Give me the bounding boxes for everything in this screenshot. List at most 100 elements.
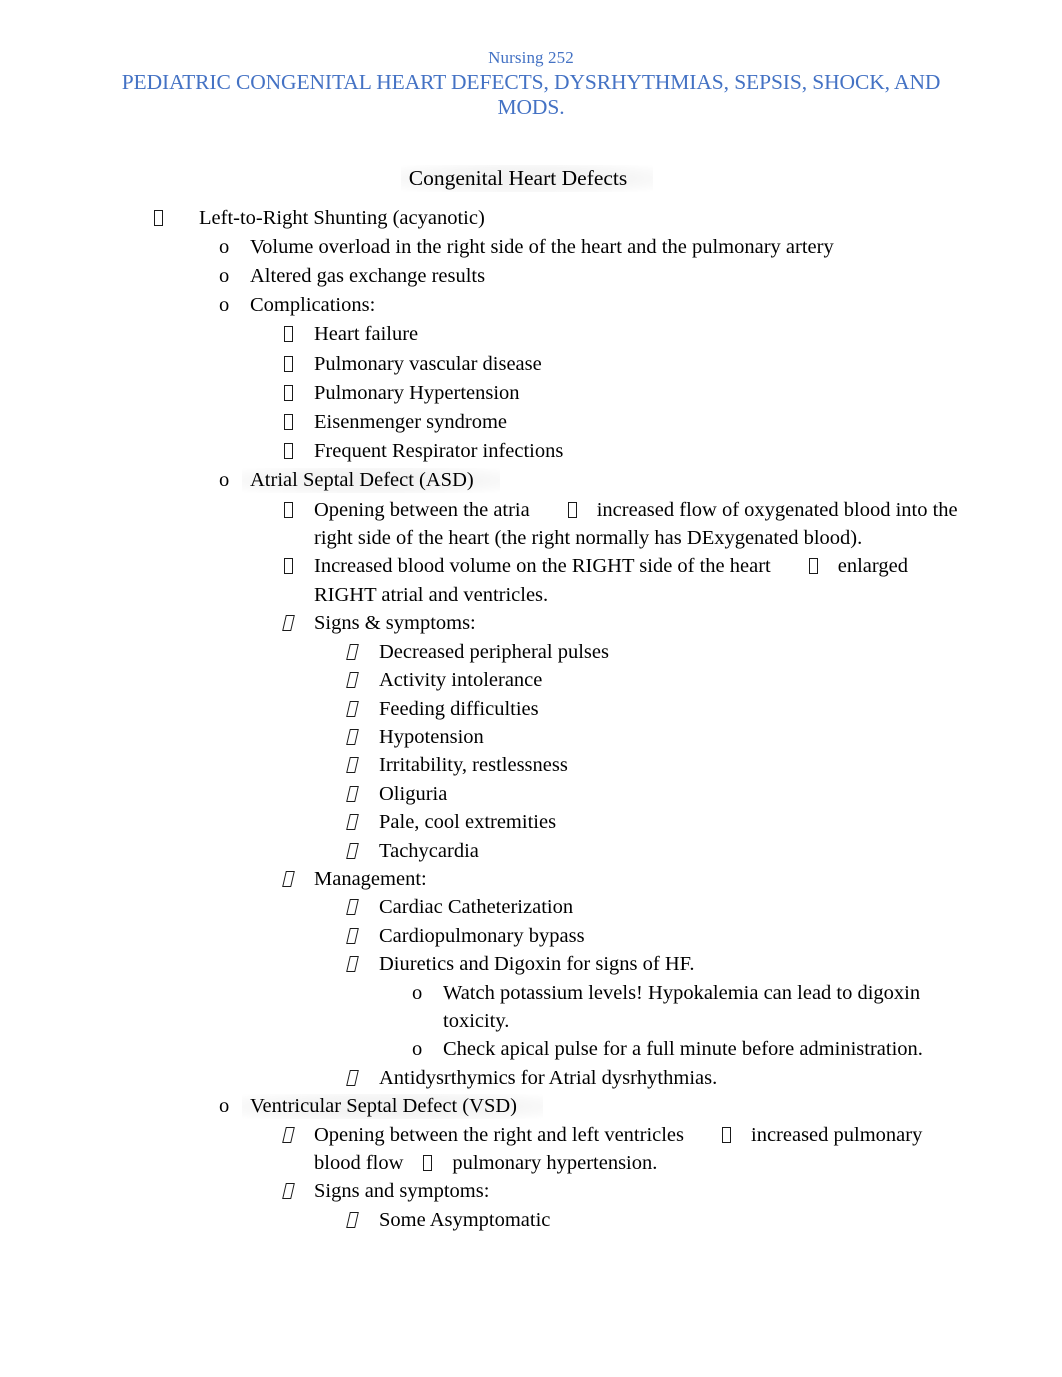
document-page: Nursing 252 PEDIATRIC CONGENITAL HEART D… bbox=[0, 0, 1062, 1377]
list-item-label: Frequent Respirator infections bbox=[314, 440, 564, 463]
list-item: Eisenmenger syndrome bbox=[96, 408, 966, 437]
list-item-label: Pulmonary Hypertension bbox=[314, 381, 520, 404]
list-item-label: Antidysrthymics for Atrial dysrhythmias. bbox=[379, 1066, 718, 1089]
list-item-label: Activity intolerance bbox=[379, 669, 543, 692]
wingdings-box-icon bbox=[346, 723, 379, 751]
list-item: Cardiac Catheterization bbox=[96, 893, 966, 921]
list-item: Management: bbox=[96, 865, 966, 893]
asd-management-label: Management: bbox=[314, 867, 427, 890]
list-item: Diuretics and Digoxin for signs of HF. bbox=[96, 950, 966, 978]
list-marker-o: o bbox=[412, 981, 423, 1004]
wingdings-box-icon bbox=[284, 408, 314, 437]
section-heading: Congenital Heart Defects bbox=[96, 164, 966, 192]
wingdings-box-icon bbox=[346, 1206, 379, 1234]
list-item: o Volume overload in the right side of t… bbox=[96, 233, 966, 262]
asd-volume-part-a: Increased blood volume on the RIGHT side… bbox=[314, 555, 771, 578]
wingdings-box-icon bbox=[346, 780, 379, 808]
vsd-heading-text: Ventricular Septal Defect (VSD) bbox=[242, 1094, 543, 1120]
list-item-label: Pulmonary vascular disease bbox=[314, 352, 542, 375]
wingdings-box-icon bbox=[346, 808, 379, 836]
list-item: Pale, cool extremities bbox=[96, 808, 966, 836]
list-item: Pulmonary vascular disease bbox=[96, 350, 966, 379]
list-item-label: Diuretics and Digoxin for signs of HF. bbox=[379, 953, 695, 976]
document-title: PEDIATRIC CONGENITAL HEART DEFECTS, DYSR… bbox=[121, 70, 941, 120]
list-item: Frequent Respirator infections bbox=[96, 437, 966, 466]
wingdings-box-icon bbox=[346, 666, 379, 694]
list-item-label: Cardiopulmonary bypass bbox=[379, 924, 585, 947]
list-item-label: Pale, cool extremities bbox=[379, 811, 557, 834]
wingdings-box-icon bbox=[284, 437, 314, 466]
list-item-label: Complications: bbox=[250, 294, 376, 317]
wingdings-box-icon bbox=[346, 950, 379, 978]
list-item: Signs and symptoms: bbox=[96, 1177, 966, 1205]
list-item: o Altered gas exchange results bbox=[96, 262, 966, 291]
list-item: Increased blood volume on the RIGHT side… bbox=[96, 552, 966, 609]
list-item: o Atrial Septal Defect (ASD) bbox=[96, 466, 966, 495]
list-item: o Complications: bbox=[96, 291, 966, 320]
list-item: o Ventricular Septal Defect (VSD) bbox=[96, 1092, 966, 1120]
vsd-opening: Opening between the right and left ventr… bbox=[314, 1121, 966, 1178]
asd-opening: Opening between the atria increased flow … bbox=[314, 496, 966, 553]
wingdings-box-icon bbox=[284, 350, 314, 379]
list-item-label: Eisenmenger syndrome bbox=[314, 411, 507, 434]
list-item-label: Irritability, restlessness bbox=[379, 754, 568, 777]
list-marker-o: o bbox=[412, 1038, 423, 1061]
list-marker-o: o bbox=[219, 294, 230, 317]
list-item: Some Asymptomatic bbox=[96, 1206, 966, 1234]
wingdings-box-icon bbox=[282, 609, 314, 637]
vsd-heading: Ventricular Septal Defect (VSD) bbox=[242, 1092, 966, 1120]
asd-heading-text: Atrial Septal Defect (ASD) bbox=[242, 468, 500, 494]
list-item: Opening between the atria increased flow … bbox=[96, 496, 966, 553]
list-item-label: Watch potassium levels! Hypokalemia can … bbox=[443, 981, 921, 1032]
list-item: o Check apical pulse for a full minute b… bbox=[96, 1035, 966, 1063]
list-item-label: Decreased peripheral pulses bbox=[379, 640, 609, 663]
list-marker-o: o bbox=[219, 265, 230, 288]
list-item: Irritability, restlessness bbox=[96, 751, 966, 779]
list-item-label: Left-to-Right Shunting (acyanotic) bbox=[199, 206, 485, 229]
section-heading-text: Congenital Heart Defects bbox=[400, 164, 654, 192]
asd-signs-label: Signs & symptoms: bbox=[314, 612, 476, 635]
wingdings-box-icon bbox=[284, 496, 314, 524]
arrow-box-icon bbox=[423, 1155, 433, 1172]
wingdings-box-icon bbox=[284, 320, 314, 349]
list-item: Cardiopulmonary bypass bbox=[96, 922, 966, 950]
list-item-label: Some Asymptomatic bbox=[379, 1208, 551, 1231]
list-marker-o: o bbox=[219, 235, 230, 258]
document-header: Nursing 252 PEDIATRIC CONGENITAL HEART D… bbox=[96, 48, 966, 121]
list-item-label: Hypotension bbox=[379, 725, 484, 748]
list-item-label: Oliguria bbox=[379, 782, 448, 805]
list-item-label: Volume overload in the right side of the… bbox=[250, 235, 834, 258]
list-item-label: Cardiac Catheterization bbox=[379, 896, 574, 919]
wingdings-box-icon bbox=[346, 893, 379, 921]
arrow-box-icon bbox=[567, 501, 577, 518]
wingdings-box-icon bbox=[154, 204, 199, 233]
list-item: Pulmonary Hypertension bbox=[96, 379, 966, 408]
wingdings-box-icon bbox=[284, 379, 314, 408]
wingdings-box-icon bbox=[346, 751, 379, 779]
wingdings-box-icon bbox=[282, 1121, 314, 1149]
asd-heading: Atrial Septal Defect (ASD) bbox=[242, 466, 966, 495]
wingdings-box-icon bbox=[284, 552, 314, 580]
list-item: Oliguria bbox=[96, 780, 966, 808]
vsd-opening-part-a: Opening between the right and left ventr… bbox=[314, 1123, 685, 1146]
wingdings-box-icon bbox=[282, 1177, 314, 1205]
wingdings-box-icon bbox=[346, 837, 379, 865]
list-item-label: Check apical pulse for a full minute bef… bbox=[443, 1038, 923, 1061]
wingdings-box-icon bbox=[346, 922, 379, 950]
asd-opening-part-a: Opening between the atria bbox=[314, 498, 530, 521]
wingdings-box-icon bbox=[346, 1064, 379, 1092]
wingdings-box-icon bbox=[346, 638, 379, 666]
wingdings-box-icon bbox=[346, 695, 379, 723]
asd-volume: Increased blood volume on the RIGHT side… bbox=[314, 552, 966, 609]
vsd-opening-part-c: pulmonary hypertension. bbox=[452, 1152, 658, 1175]
vsd-signs-label: Signs and symptoms: bbox=[314, 1180, 490, 1203]
list-item: Activity intolerance bbox=[96, 666, 966, 694]
list-item: Tachycardia bbox=[96, 837, 966, 865]
list-item-label: Altered gas exchange results bbox=[250, 265, 486, 288]
list-item-label: Heart failure bbox=[314, 323, 419, 346]
wingdings-box-icon bbox=[282, 865, 314, 893]
list-item-label: Tachycardia bbox=[379, 839, 479, 862]
list-item: Antidysrthymics for Atrial dysrhythmias. bbox=[96, 1064, 966, 1092]
list-item: Opening between the right and left ventr… bbox=[96, 1121, 966, 1178]
course-name: Nursing 252 bbox=[488, 48, 574, 67]
